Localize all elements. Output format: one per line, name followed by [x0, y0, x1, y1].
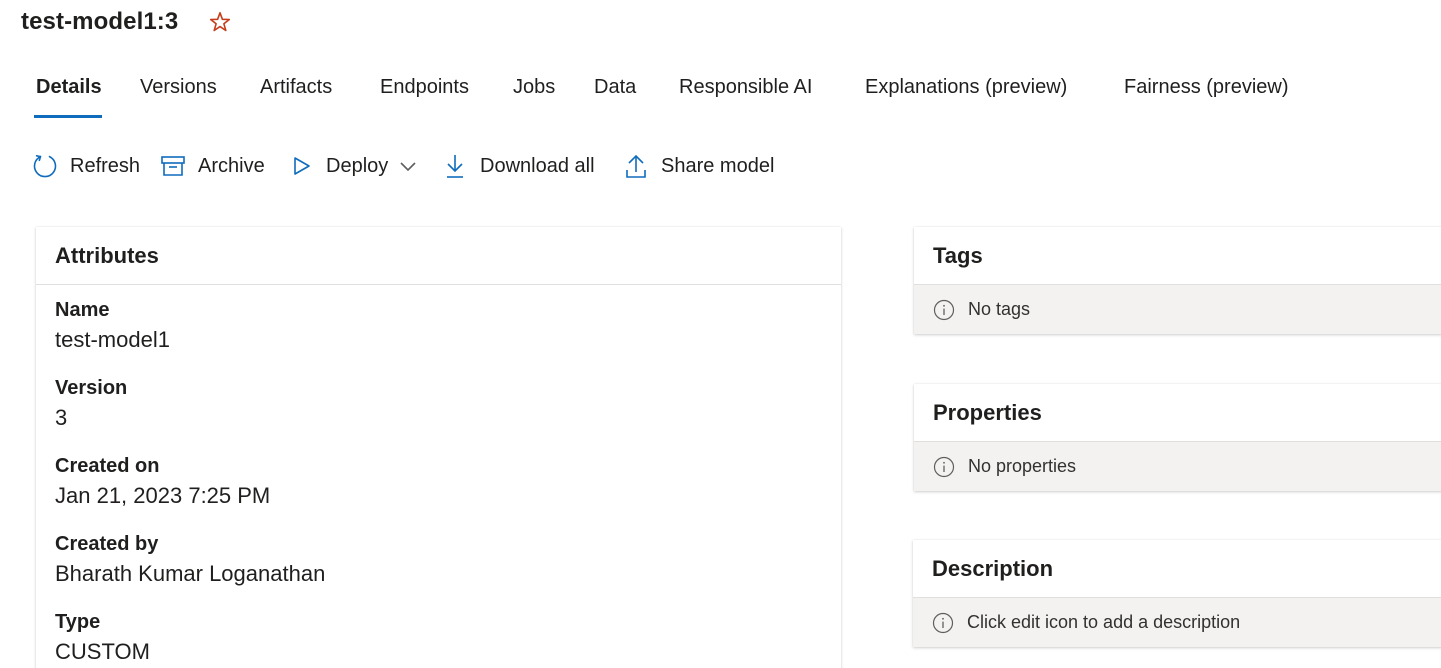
- info-icon: [933, 299, 955, 320]
- attribute-label: Version: [55, 377, 128, 399]
- attributes-heading: Attributes: [36, 227, 841, 285]
- archive-label: Archive: [198, 154, 265, 177]
- attribute-value: CUSTOM: [55, 639, 150, 664]
- tab-responsible-ai[interactable]: Responsible AI: [679, 72, 812, 102]
- tags-empty-state: No tags: [914, 285, 1441, 334]
- refresh-label: Refresh: [70, 154, 141, 177]
- attribute-label: Created on: [55, 455, 160, 477]
- download-all-button[interactable]: Download all: [442, 150, 595, 182]
- properties-empty-text: No properties: [968, 456, 1077, 476]
- description-card: Description Click edit icon to add a des…: [913, 540, 1441, 647]
- description-heading: Description: [913, 540, 1441, 598]
- archive-icon: [161, 156, 185, 176]
- attribute-value: Jan 21, 2023 7:25 PM: [55, 483, 271, 508]
- tab-jobs[interactable]: Jobs: [513, 72, 555, 102]
- attribute-label: Name: [55, 299, 110, 321]
- attribute-type: Type CUSTOM: [55, 609, 150, 667]
- tab-data[interactable]: Data: [594, 72, 636, 102]
- page-title: test-model1:3: [21, 8, 179, 35]
- tags-empty-text: No tags: [968, 299, 1031, 319]
- properties-heading: Properties: [914, 384, 1441, 442]
- attribute-created-by: Created by Bharath Kumar Loganathan: [55, 531, 325, 589]
- title-row: test-model1:3: [21, 5, 232, 39]
- tab-artifacts[interactable]: Artifacts: [260, 72, 332, 102]
- description-empty-state: Click edit icon to add a description: [913, 598, 1441, 647]
- tags-heading: Tags: [914, 227, 1441, 285]
- share-upload-icon: [626, 154, 646, 178]
- attribute-version: Version 3: [55, 375, 127, 433]
- properties-card: Properties No properties: [914, 384, 1441, 491]
- refresh-button[interactable]: Refresh: [32, 150, 140, 182]
- active-tab-indicator: [34, 115, 102, 118]
- tab-endpoints[interactable]: Endpoints: [380, 72, 469, 102]
- description-empty-text: Click edit icon to add a description: [967, 612, 1241, 632]
- share-model-button[interactable]: Share model: [623, 150, 774, 182]
- properties-empty-state: No properties: [914, 442, 1441, 491]
- tab-explanations[interactable]: Explanations (preview): [865, 72, 1067, 102]
- attribute-value: 3: [55, 405, 68, 430]
- info-icon: [932, 612, 954, 633]
- archive-button[interactable]: Archive: [160, 150, 265, 182]
- tags-card: Tags No tags: [914, 227, 1441, 334]
- star-outline-icon[interactable]: [208, 10, 232, 34]
- attribute-created-on: Created on Jan 21, 2023 7:25 PM: [55, 453, 270, 511]
- refresh-icon: [33, 155, 57, 178]
- deploy-button[interactable]: Deploy: [290, 150, 418, 182]
- deploy-label: Deploy: [326, 154, 389, 177]
- download-icon: [447, 155, 463, 178]
- tab-versions[interactable]: Versions: [140, 72, 217, 102]
- attributes-card: Attributes Name test-model1 Version 3 Cr…: [36, 227, 841, 668]
- attribute-label: Created by: [55, 533, 159, 555]
- tab-details[interactable]: Details: [36, 72, 102, 102]
- attribute-name: Name test-model1: [55, 297, 170, 355]
- attribute-label: Type: [55, 611, 101, 633]
- download-all-label: Download all: [480, 154, 595, 177]
- info-icon: [933, 456, 955, 477]
- chevron-down-icon[interactable]: [398, 156, 418, 176]
- attribute-value: Bharath Kumar Loganathan: [55, 561, 326, 586]
- share-model-label: Share model: [661, 154, 775, 177]
- model-details-page: test-model1:3 Details Versions Artifacts…: [0, 0, 1441, 668]
- tab-fairness[interactable]: Fairness (preview): [1124, 72, 1288, 102]
- attribute-value: test-model1: [55, 327, 170, 352]
- play-icon: [294, 157, 310, 175]
